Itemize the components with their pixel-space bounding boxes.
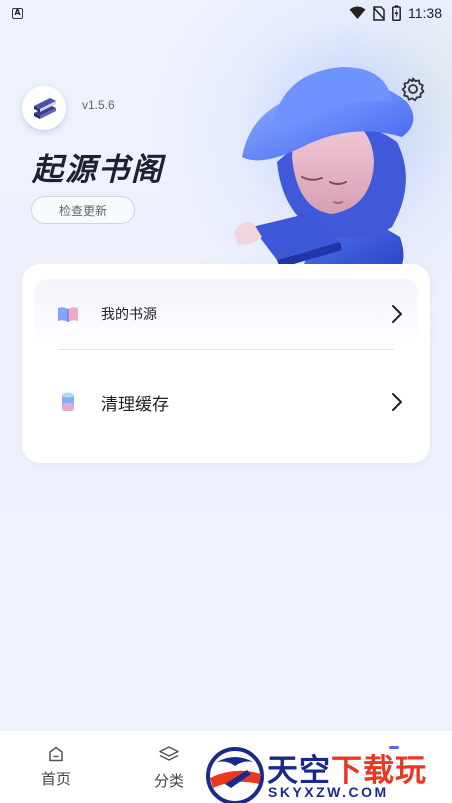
books-icon (34, 98, 56, 119)
menu-item-label: 清理缓存 (101, 394, 169, 415)
app-version: v1.5.6 (82, 98, 115, 112)
chevron-right-icon (392, 305, 402, 323)
nav-label: 分类 (153, 772, 184, 790)
menu-item-label: 我的书源 (101, 307, 157, 323)
accessibility-a-icon: A (12, 7, 23, 19)
home-icon (49, 746, 63, 762)
nav-label: 首页 (40, 770, 71, 788)
book-source-icon (58, 307, 78, 322)
app-name: 起源书阁 (32, 152, 164, 188)
nav-home[interactable]: 首页 (26, 745, 86, 789)
app-logo (22, 86, 66, 130)
watermark-url: SKYXZW.COM (268, 784, 389, 800)
no-sim-icon (373, 5, 385, 21)
clear-cache-icon (62, 392, 74, 411)
layers-icon (159, 746, 179, 761)
check-update-button[interactable]: 检查更新 (31, 196, 135, 224)
menu-item-clear-cache[interactable]: 清理缓存 (34, 367, 418, 437)
status-bar: A 11:38 (0, 0, 452, 26)
menu-card: 我的书源 清理缓存 (22, 264, 430, 463)
chevron-right-icon (392, 393, 402, 411)
wifi-icon (349, 6, 366, 19)
menu-item-book-sources[interactable]: 我的书源 (34, 279, 418, 349)
clock: 11:38 (408, 5, 442, 21)
reading-mascot-illustration (234, 67, 414, 268)
menu-divider (58, 349, 394, 350)
nav-category[interactable]: 分类 (139, 745, 199, 791)
battery-charging-icon (392, 5, 401, 21)
